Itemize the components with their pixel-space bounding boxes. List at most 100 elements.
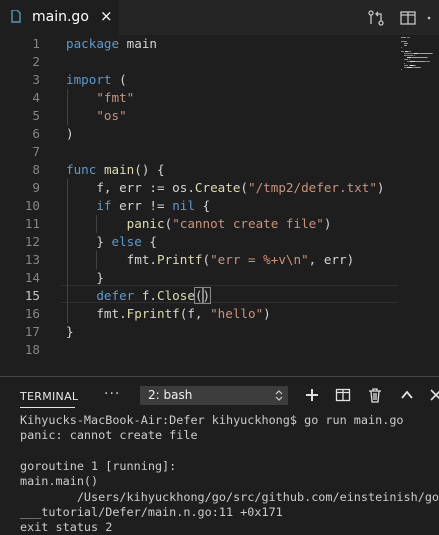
code-text: func main() { bbox=[66, 161, 165, 179]
more-icon[interactable]: ··· bbox=[104, 386, 120, 402]
line-number[interactable]: 8 bbox=[0, 161, 40, 179]
active-tab-underline bbox=[20, 407, 75, 408]
file-icon bbox=[11, 10, 21, 23]
terminal-line: panic: cannot create file bbox=[20, 428, 198, 443]
minimap-stroke bbox=[407, 37, 410, 38]
maximize-panel-icon[interactable] bbox=[399, 387, 415, 403]
code-token: defer bbox=[96, 288, 135, 303]
code-token: Printf bbox=[157, 252, 203, 267]
code-text: fmt.Printf("err = %+v\n", err) bbox=[66, 251, 355, 269]
code-line[interactable]: 13 fmt.Printf("err = %+v\n", err) bbox=[0, 251, 400, 269]
line-number[interactable]: 18 bbox=[0, 341, 40, 359]
line-number[interactable]: 5 bbox=[0, 107, 40, 125]
code-text: } bbox=[66, 269, 104, 287]
line-number[interactable]: 3 bbox=[0, 71, 40, 89]
code-editor[interactable]: 1 package main 2 3 import (4 "fmt" 5 "os" 6) 7 8… bbox=[0, 35, 439, 375]
code-line[interactable]: 16 fmt.Fprintf(f, "hello") bbox=[0, 305, 400, 323]
code-token: , err) bbox=[308, 252, 355, 267]
split-editor-icon[interactable] bbox=[399, 9, 417, 27]
code-token: () { bbox=[134, 162, 165, 177]
line-number[interactable]: 12 bbox=[0, 233, 40, 251]
line-number[interactable]: 9 bbox=[0, 179, 40, 197]
code-line[interactable]: 7 bbox=[0, 143, 400, 161]
terminal-line: exit status 2 bbox=[20, 520, 113, 535]
code-token: err != bbox=[111, 198, 173, 213]
terminal-line: goroutine 1 [running]: bbox=[20, 458, 177, 473]
code-text: if err != nil { bbox=[66, 197, 210, 215]
line-number[interactable]: 10 bbox=[0, 197, 40, 215]
code-token: package bbox=[66, 36, 120, 51]
code-token: "hello" bbox=[210, 306, 264, 321]
code-line[interactable]: 9 f, err := os.Create("/tmp2/defer.txt") bbox=[0, 179, 400, 197]
line-number[interactable]: 2 bbox=[0, 53, 40, 71]
line-number[interactable]: 4 bbox=[0, 89, 40, 107]
minimap-stroke bbox=[425, 61, 430, 62]
minimap-stroke bbox=[404, 59, 408, 60]
minimap-stroke bbox=[401, 37, 407, 38]
close-tab-icon[interactable]: × bbox=[100, 8, 113, 24]
code-token: "err = %+v\n" bbox=[210, 252, 309, 267]
code-token: (f, bbox=[179, 306, 211, 321]
code-token: "os" bbox=[96, 108, 127, 123]
code-line[interactable]: 12 } else { bbox=[0, 233, 400, 251]
line-number[interactable]: 14 bbox=[0, 269, 40, 287]
code-token: ) bbox=[376, 180, 385, 195]
code-line[interactable]: 8 func main() { bbox=[0, 161, 400, 179]
code-token: panic bbox=[126, 216, 165, 231]
code-token: Create bbox=[194, 180, 241, 195]
line-number[interactable]: 7 bbox=[0, 143, 40, 161]
minimap-stroke bbox=[404, 43, 408, 44]
minimap-stroke bbox=[401, 41, 406, 42]
code-line[interactable]: 17} bbox=[0, 323, 400, 341]
code-line[interactable]: 6) bbox=[0, 125, 400, 143]
panel-tab-terminal[interactable]: TERMINAL bbox=[20, 390, 78, 403]
code-line[interactable]: 10 if err != nil { bbox=[0, 197, 400, 215]
code-token: import bbox=[66, 72, 112, 87]
line-number[interactable]: 1 bbox=[0, 35, 40, 53]
code-line[interactable]: 3 import ( bbox=[0, 71, 400, 89]
code-token: Fprintf bbox=[126, 306, 180, 321]
line-number[interactable]: 6 bbox=[0, 125, 40, 143]
code-line[interactable]: 18 bbox=[0, 341, 400, 359]
code-text: ) bbox=[66, 125, 74, 143]
open-changes-icon[interactable] bbox=[367, 9, 385, 27]
code-token: fmt. bbox=[66, 252, 157, 267]
editor-tab-main-go[interactable]: main.go × bbox=[0, 0, 120, 35]
code-line[interactable]: 11 panic("cannot create file") bbox=[0, 215, 400, 233]
line-number[interactable]: 16 bbox=[0, 305, 40, 323]
minimap-stroke bbox=[401, 51, 404, 52]
code-token: { bbox=[194, 198, 211, 213]
code-line[interactable]: 15 defer f.Close() bbox=[0, 287, 400, 305]
code-token: if bbox=[96, 198, 112, 213]
minimap-stroke bbox=[411, 57, 427, 58]
code-line[interactable]: 4 "fmt" bbox=[0, 89, 400, 107]
code-line[interactable]: 1 package main bbox=[0, 35, 400, 53]
line-number[interactable]: 13 bbox=[0, 251, 40, 269]
terminal-select[interactable]: 2: bash bbox=[140, 386, 288, 405]
minimap[interactable] bbox=[398, 35, 439, 375]
line-number[interactable]: 15 bbox=[0, 287, 40, 305]
minimap-stroke bbox=[404, 45, 407, 46]
line-number[interactable]: 17 bbox=[0, 323, 40, 341]
line-number[interactable]: 11 bbox=[0, 215, 40, 233]
code-line[interactable]: 5 "os" bbox=[0, 107, 400, 125]
close-panel-icon[interactable] bbox=[428, 387, 439, 403]
minimap-stroke bbox=[426, 57, 428, 58]
code-token: "cannot create file" bbox=[172, 216, 324, 231]
code-token: func bbox=[66, 162, 97, 177]
minimap-stroke bbox=[414, 65, 416, 66]
code-line[interactable]: 14 } bbox=[0, 269, 400, 287]
code-text: f, err := os.Create("/tmp2/defer.txt") bbox=[66, 179, 385, 197]
code-token: ) bbox=[263, 306, 271, 321]
minimap-stroke bbox=[406, 41, 408, 42]
code-token: ( bbox=[202, 252, 211, 267]
trash-icon[interactable] bbox=[367, 387, 383, 403]
more-actions-icon[interactable] bbox=[425, 9, 439, 27]
code-line[interactable]: 2 bbox=[0, 53, 400, 71]
new-terminal-icon[interactable] bbox=[304, 387, 320, 403]
minimap-stroke bbox=[404, 65, 408, 66]
split-terminal-icon[interactable] bbox=[335, 387, 351, 403]
